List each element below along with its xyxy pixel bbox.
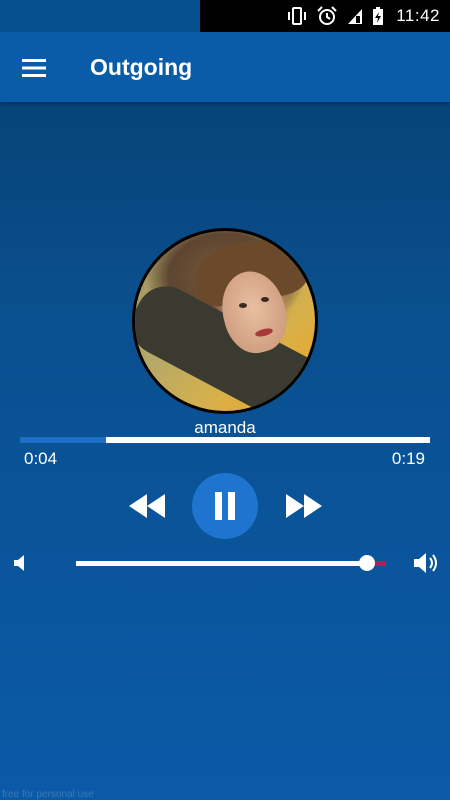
battery-icon (373, 7, 384, 25)
pause-button[interactable] (192, 473, 258, 539)
pause-icon (215, 492, 235, 520)
fast-forward-button[interactable] (281, 486, 327, 526)
rewind-button[interactable] (124, 486, 170, 526)
status-bar: 11:42 (0, 0, 450, 32)
volume-slider[interactable] (76, 555, 386, 571)
contact-avatar (132, 228, 318, 414)
total-time: 0:19 (391, 449, 425, 468)
signal-icon (348, 9, 363, 24)
page-title: Outgoing (90, 54, 193, 80)
playback-progress-fill (20, 437, 107, 443)
menu-button[interactable] (14, 48, 54, 88)
alarm-icon (317, 6, 337, 25)
volume-high-icon (414, 553, 437, 573)
hamburger-menu-icon (22, 59, 46, 77)
status-time: 11:42 (396, 6, 440, 25)
status-icons: 11:42 (200, 0, 450, 32)
footer-note: free for personal use (2, 789, 94, 800)
fast-forward-icon (286, 494, 322, 518)
vibrate-icon (288, 7, 307, 25)
elapsed-time: 0:04 (24, 449, 58, 468)
volume-low-icon (14, 555, 24, 571)
app-bar: Outgoing (0, 32, 450, 102)
contact-name: amanda (194, 418, 256, 437)
volume-slider-thumb[interactable] (359, 555, 376, 571)
playback-progress-bar[interactable] (20, 437, 430, 443)
rewind-icon (129, 494, 165, 518)
